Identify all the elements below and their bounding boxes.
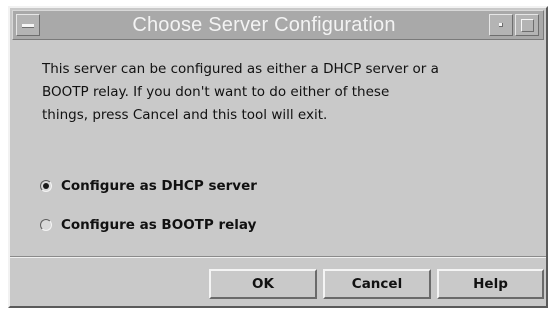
window-menu-icon bbox=[22, 24, 34, 28]
minimize-icon bbox=[499, 23, 503, 27]
message-line: things, press Cancel and this tool will … bbox=[42, 107, 328, 123]
title-bar[interactable]: Choose Server Configuration bbox=[12, 10, 544, 40]
instruction-message: This server can be configured as either … bbox=[42, 58, 532, 127]
minimize-button[interactable] bbox=[489, 14, 513, 36]
maximize-button[interactable] bbox=[515, 14, 539, 36]
help-button[interactable]: Help bbox=[437, 269, 544, 299]
ok-button[interactable]: OK bbox=[209, 269, 317, 299]
window-title: Choose Server Configuration bbox=[132, 14, 396, 36]
bootp-relay-option[interactable]: Configure as BOOTP relay bbox=[40, 215, 256, 235]
window-menu-button[interactable] bbox=[16, 14, 40, 36]
maximize-icon bbox=[521, 19, 534, 32]
message-line: This server can be configured as either … bbox=[42, 61, 439, 77]
bootp-relay-label[interactable]: Configure as BOOTP relay bbox=[61, 217, 256, 233]
message-line: BOOTP relay. If you don't want to do eit… bbox=[42, 84, 390, 100]
dhcp-server-option[interactable]: Configure as DHCP server bbox=[40, 176, 257, 196]
cancel-button[interactable]: Cancel bbox=[323, 269, 431, 299]
dhcp-server-radio[interactable] bbox=[40, 180, 52, 192]
dhcp-server-label[interactable]: Configure as DHCP server bbox=[61, 178, 257, 194]
bootp-relay-radio[interactable] bbox=[40, 219, 52, 231]
button-separator bbox=[10, 256, 546, 258]
choose-server-configuration-dialog: Choose Server Configuration This server … bbox=[8, 6, 548, 308]
